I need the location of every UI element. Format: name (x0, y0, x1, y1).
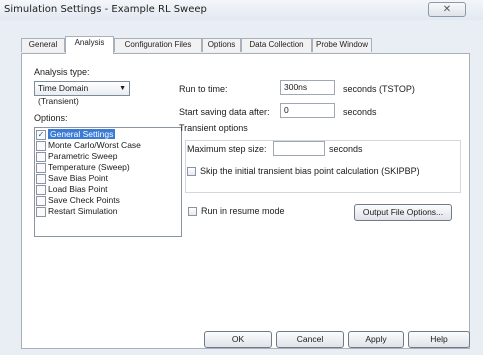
analysis-type-value: Time Domain (Transient) (38, 83, 89, 106)
option-checkbox[interactable] (36, 174, 46, 184)
ok-button[interactable]: OK (204, 331, 272, 348)
max-step-unit: seconds (329, 144, 363, 154)
analysis-type-select[interactable]: Time Domain (Transient) ▼ (34, 81, 130, 106)
output-file-options-button[interactable]: Output File Options... (354, 204, 452, 221)
options-list[interactable]: ✓ General Settings Monte Carlo/Worst Case P… (34, 127, 182, 237)
skip-bias-label[interactable]: Skip the initial transient bias point ca… (200, 166, 420, 176)
option-checkbox[interactable] (36, 163, 46, 173)
resume-mode-label[interactable]: Run in resume mode (201, 206, 285, 216)
chevron-down-icon: ▼ (119, 85, 126, 92)
close-icon: ✕ (442, 4, 452, 15)
option-label: Restart Simulation (48, 206, 118, 216)
help-button[interactable]: Help (408, 331, 470, 348)
analysis-type-label: Analysis type: (34, 67, 90, 77)
options-list-item[interactable]: ✓ General Settings (35, 129, 181, 140)
option-checkbox[interactable] (36, 185, 46, 195)
options-list-item[interactable]: Monte Carlo/Worst Case (35, 140, 181, 151)
options-list-item[interactable]: Temperature (Sweep) (35, 162, 181, 173)
max-step-input[interactable] (273, 141, 325, 156)
run-to-time-label: Run to time: (179, 84, 228, 94)
window-title: Simulation Settings - Example RL Sweep (4, 4, 207, 15)
skip-bias-checkbox[interactable] (187, 167, 196, 176)
options-label: Options: (34, 113, 68, 123)
tab-analysis[interactable]: Analysis (65, 36, 114, 54)
option-checkbox[interactable] (36, 207, 46, 217)
option-label: Parametric Sweep (48, 151, 118, 161)
option-checkbox[interactable] (36, 196, 46, 206)
options-list-item[interactable]: Save Check Points (35, 195, 181, 206)
start-saving-input[interactable]: 0 (280, 103, 335, 118)
option-label: Load Bias Point (48, 184, 108, 194)
run-to-time-unit: seconds (TSTOP) (343, 84, 415, 94)
tab-data-collection[interactable]: Data Collection (241, 38, 312, 52)
tab-probe-window[interactable]: Probe Window (312, 38, 372, 52)
resume-mode-checkbox[interactable] (188, 207, 197, 216)
close-button[interactable]: ✕ (428, 2, 466, 17)
option-checkbox[interactable] (36, 141, 46, 151)
option-checkbox[interactable] (36, 152, 46, 162)
apply-button[interactable]: Apply (348, 331, 404, 348)
analysis-panel: Analysis type: Time Domain (Transient) ▼… (21, 53, 470, 349)
option-label: Save Bias Point (48, 173, 109, 183)
options-list-item[interactable]: Load Bias Point (35, 184, 181, 195)
tab-general[interactable]: General (21, 38, 65, 52)
transient-options-label: Transient options (179, 123, 248, 133)
max-step-label: Maximum step size: (187, 144, 267, 154)
start-saving-label: Start saving data after: (179, 107, 270, 117)
options-list-item[interactable]: Parametric Sweep (35, 151, 181, 162)
option-label: Monte Carlo/Worst Case (48, 140, 141, 150)
run-to-time-input[interactable]: 300ns (280, 80, 335, 95)
option-label: Temperature (Sweep) (48, 162, 130, 172)
tab-configuration-files[interactable]: Configuration Files (114, 38, 202, 52)
start-saving-unit: seconds (343, 107, 377, 117)
option-checkbox[interactable]: ✓ (36, 130, 46, 140)
options-list-item[interactable]: Save Bias Point (35, 173, 181, 184)
tab-options[interactable]: Options (202, 38, 241, 52)
title-bar: Simulation Settings - Example RL Sweep ✕ (0, 0, 483, 20)
cancel-button[interactable]: Cancel (276, 331, 344, 348)
options-list-item[interactable]: Restart Simulation (35, 206, 181, 217)
option-label: General Settings (48, 129, 116, 139)
option-label: Save Check Points (48, 195, 120, 205)
